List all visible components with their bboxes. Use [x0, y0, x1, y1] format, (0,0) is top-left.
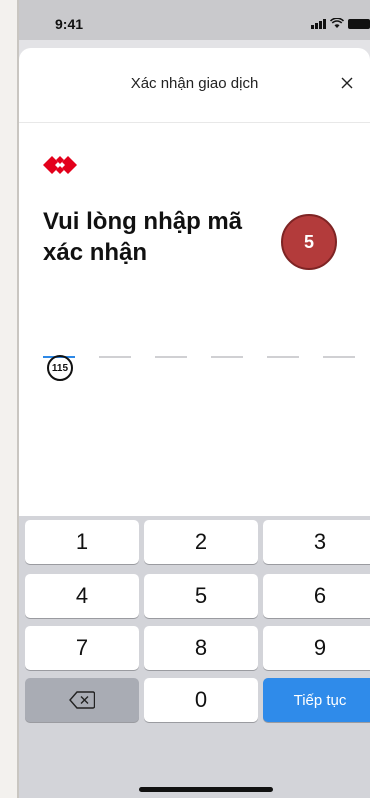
- status-bar: 9:41: [19, 0, 370, 40]
- otp-digit-slot[interactable]: [211, 322, 243, 358]
- key-1[interactable]: 1: [25, 520, 139, 564]
- key-3[interactable]: 3: [263, 520, 370, 564]
- otp-digit-slot[interactable]: [323, 322, 355, 358]
- page-title: Xác nhận giao dịch: [130, 75, 259, 92]
- key-4[interactable]: 4: [25, 574, 139, 618]
- key-8[interactable]: 8: [144, 626, 258, 670]
- cellular-signal-icon: [311, 18, 326, 29]
- header-divider: [19, 122, 370, 123]
- step-badge: 5: [281, 214, 337, 270]
- status-time: 9:41: [55, 16, 84, 32]
- numeric-keypad: 1 2 3 4 5 6 7 8 9 0 Tiếp tục: [19, 516, 370, 798]
- key-5[interactable]: 5: [144, 574, 258, 618]
- window-frame: [0, 0, 18, 798]
- otp-digit-slot[interactable]: [267, 322, 299, 358]
- key-9[interactable]: 9: [263, 626, 370, 670]
- key-7[interactable]: 7: [25, 626, 139, 670]
- otp-input[interactable]: [43, 322, 355, 358]
- status-icons: [311, 18, 370, 29]
- countdown-timer: 115: [47, 355, 73, 381]
- close-icon: [341, 77, 353, 89]
- brand-logo-icon: [43, 154, 77, 181]
- close-button[interactable]: [334, 70, 360, 96]
- phone-screen: 9:41 Xác nhận giao dịch Vui lòng nhập mã…: [19, 0, 370, 798]
- wifi-icon: [330, 18, 344, 29]
- sheet-header: Xác nhận giao dịch: [19, 48, 370, 122]
- otp-heading: Vui lòng nhập mã xác nhận: [43, 208, 243, 266]
- otp-digit-slot[interactable]: [155, 322, 187, 358]
- key-2[interactable]: 2: [144, 520, 258, 564]
- home-indicator[interactable]: [139, 787, 273, 792]
- otp-digit-slot[interactable]: [43, 322, 75, 358]
- backspace-button[interactable]: [25, 678, 139, 722]
- key-0[interactable]: 0: [144, 678, 258, 722]
- continue-button[interactable]: Tiếp tục: [263, 678, 370, 722]
- backspace-icon: [69, 691, 95, 709]
- battery-icon: [348, 18, 370, 29]
- key-6[interactable]: 6: [263, 574, 370, 618]
- otp-digit-slot[interactable]: [99, 322, 131, 358]
